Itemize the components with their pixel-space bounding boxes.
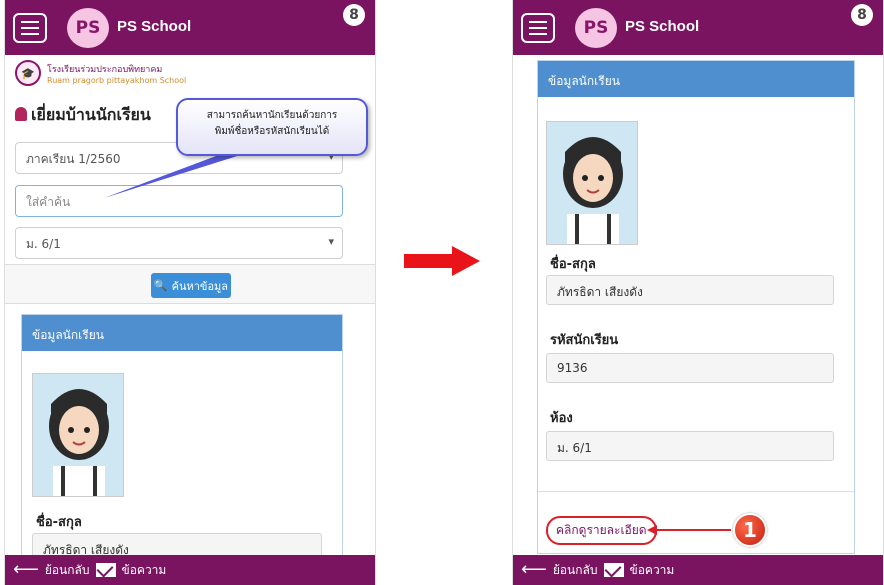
transition-arrow-icon — [404, 246, 480, 276]
search-tip-callout: สามารถค้นหานักเรียนด้วยการ พิมพ์ชื่อหรือ… — [176, 98, 368, 156]
bottom-bar: ⟵ ย้อนกลับ ข้อความ — [513, 555, 883, 585]
back-label[interactable]: ย้อนกลับ — [553, 561, 598, 580]
mail-icon[interactable] — [603, 563, 624, 577]
right-phone-screen: PS PS School 8 ข้อมูลนักเรียน ชื่อ-สกุล … — [512, 0, 884, 585]
message-label[interactable]: ข้อความ — [630, 561, 675, 580]
step-pointer-arrow — [647, 525, 731, 535]
step-number-badge: 1 — [733, 513, 767, 547]
back-arrow-icon[interactable]: ⟵ — [521, 561, 547, 579]
callout-line-2: พิมพ์ชื่อหรือรหัสนักเรียนได้ — [214, 126, 330, 137]
callout-line-1: สามารถค้นหานักเรียนด้วยการ — [206, 110, 338, 121]
